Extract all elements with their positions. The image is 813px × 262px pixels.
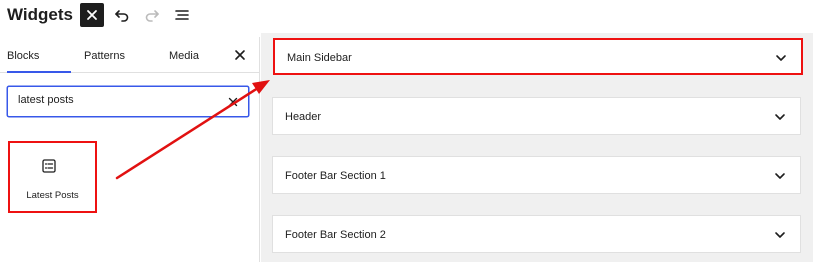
tab-media[interactable]: Media [169,37,199,73]
redo-icon [145,10,159,22]
widget-area-title: Footer Bar Section 2 [285,229,386,241]
block-inserter-panel: Blocks Patterns Media Latest Posts [0,37,260,262]
widget-area-title: Header [285,111,322,123]
list-view-icon [175,10,189,20]
block-result-latest-posts[interactable]: Latest Posts [8,141,97,213]
chevron-down-icon [775,232,785,238]
inserter-tabs: Blocks Patterns Media [0,37,260,73]
block-search-input[interactable] [18,94,218,106]
widget-area-main-sidebar[interactable]: Main Sidebar [273,38,803,75]
chevron-down-icon [776,55,786,61]
widget-area-footer-bar-2[interactable]: Footer Bar Section 2 [272,215,801,253]
widget-area-header[interactable]: Header [272,97,801,135]
block-search-field [7,86,249,117]
tab-patterns[interactable]: Patterns [84,37,125,73]
widget-area-title: Footer Bar Section 1 [285,170,386,182]
block-result-label: Latest Posts [26,190,79,201]
chevron-down-icon [775,173,785,179]
close-panel-button[interactable] [232,47,248,63]
chevron-down-icon [775,114,785,120]
redo-button[interactable] [142,5,162,25]
close-icon [228,97,238,107]
list-view-button[interactable] [172,5,192,25]
undo-button[interactable] [112,5,132,25]
undo-icon [115,10,129,22]
editor-header: Widgets [0,0,813,33]
close-icon [87,10,97,20]
close-inserter-button[interactable] [80,3,104,27]
clear-search-button[interactable] [226,95,240,109]
page-title: Widgets [7,5,73,24]
widget-area-title: Main Sidebar [287,52,352,64]
latest-posts-icon [42,159,56,173]
widget-area-footer-bar-1[interactable]: Footer Bar Section 1 [272,156,801,194]
tab-blocks[interactable]: Blocks [7,37,71,73]
close-icon [235,50,245,60]
